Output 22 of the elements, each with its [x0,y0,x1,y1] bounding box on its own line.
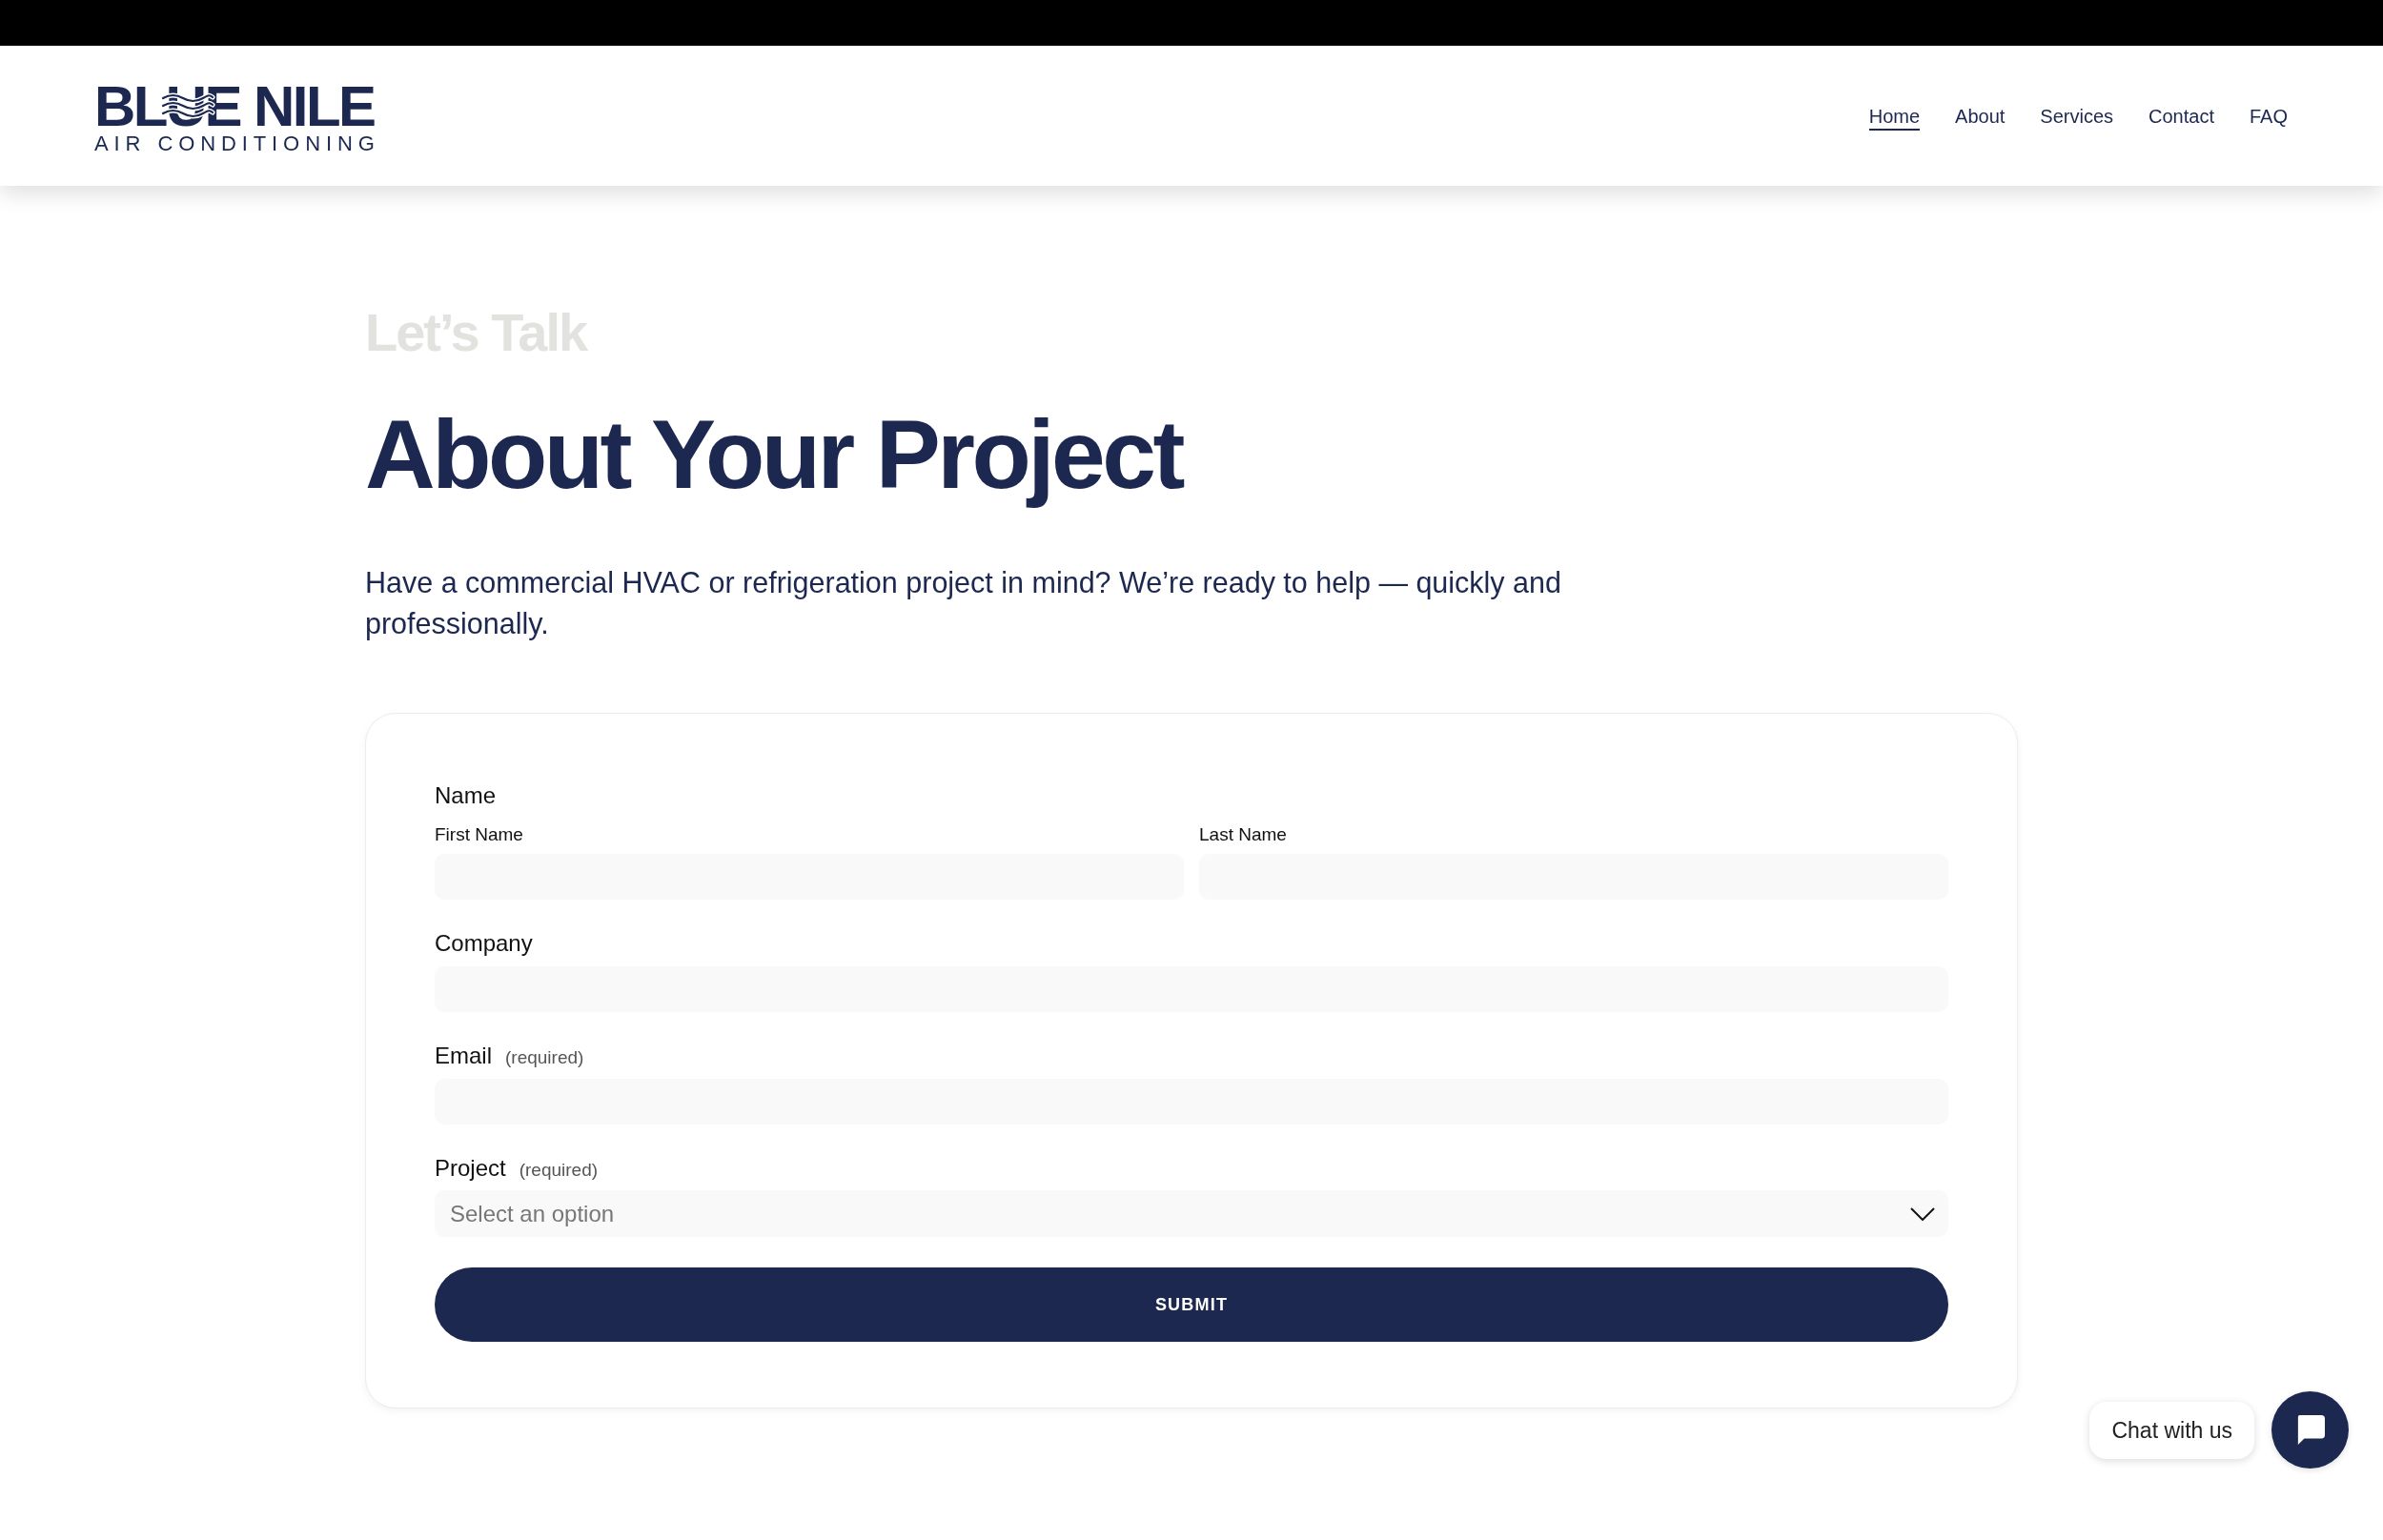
chat-prompt[interactable]: Chat with us [2089,1401,2254,1459]
intro-paragraph: Have a commercial HVAC or refrigeration project in mind? We’re ready to help — quickly and professionally. [365,565,1562,642]
chat-bubble-icon [2295,1415,2325,1445]
required-note: (required) [519,1159,599,1182]
required-note: (required) [505,1046,584,1069]
field-label: Email [435,1042,492,1070]
chat-button[interactable] [2271,1391,2349,1469]
field-sublabel: Last Name [1199,823,1287,846]
chevron-down-icon [1910,1206,1935,1221]
field-label: Project [435,1154,506,1183]
field-sublabel: First Name [435,823,523,846]
logo-tagline: AIR CONDITIONING [94,133,380,154]
nav-link[interactable]: Home [1868,101,1921,131]
nav-link[interactable]: FAQ [2250,101,2288,131]
submit-button[interactable]: SUBMIT [435,1267,1948,1342]
field-label: Company [435,929,533,958]
nav-link[interactable]: Contact [2149,101,2214,131]
nav-link[interactable]: About [1955,101,2006,131]
select-field[interactable]: Select an option [435,1190,1948,1237]
field-label: Name [435,781,497,810]
nav-link[interactable]: Services [2040,101,2114,131]
page-title: About Your Project [365,399,1182,511]
